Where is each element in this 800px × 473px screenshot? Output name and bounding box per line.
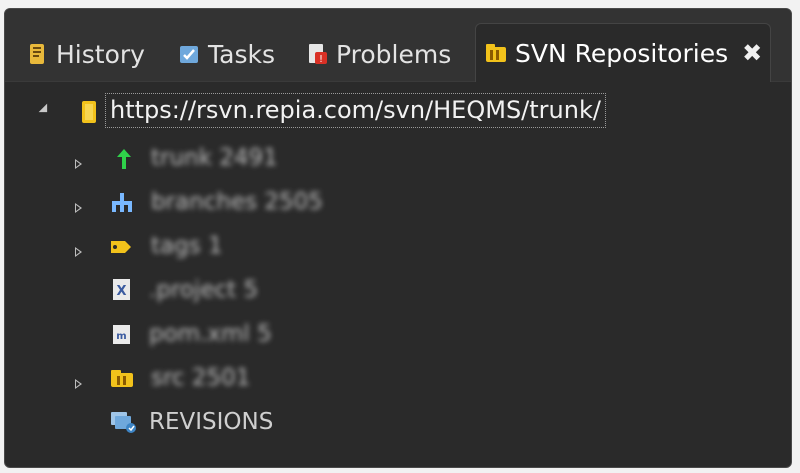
maven-file-icon: m [111, 323, 133, 345]
tree-item-label: REVISIONS [149, 409, 274, 435]
tree-item-pom-file[interactable]: m pom.xml 5 [5, 317, 405, 353]
tree-item-trunk[interactable]: trunk 2491 [5, 141, 405, 177]
svn-repositories-view: History Tasks ! Problems SVN Repositorie… [4, 8, 792, 468]
tree-item-label: trunk 2491 [151, 145, 278, 171]
tree-root-row[interactable]: https://rsvn.repia.com/svn/HEQMS/trunk/ [5, 93, 765, 129]
tab-tasks[interactable]: Tasks [177, 35, 275, 73]
view-tab-bar: History Tasks ! Problems SVN Repositorie… [5, 9, 791, 82]
source-folder-icon [109, 367, 133, 389]
tab-history[interactable]: History [25, 35, 145, 73]
tab-problems[interactable]: ! Problems [305, 35, 451, 73]
tree-item-revisions[interactable]: REVISIONS [5, 405, 405, 441]
tasks-icon [177, 42, 201, 66]
expand-twisty-icon[interactable] [75, 159, 84, 169]
svg-text:!: ! [319, 54, 323, 65]
svg-text:X: X [116, 284, 126, 299]
close-icon[interactable]: ✖ [742, 39, 762, 67]
repository-tree: https://rsvn.repia.com/svn/HEQMS/trunk/ … [5, 81, 791, 467]
problems-icon: ! [305, 42, 329, 66]
tree-item-label: src 2501 [151, 365, 251, 391]
tree-item-src[interactable]: src 2501 [5, 361, 405, 397]
svn-repositories-icon [484, 41, 508, 65]
tab-label: SVN Repositories [515, 38, 729, 68]
expand-twisty-icon[interactable] [75, 203, 84, 213]
svg-text:m: m [116, 331, 126, 342]
tree-item-project-file[interactable]: X .project 5 [5, 273, 405, 309]
xml-file-icon: X [111, 277, 133, 300]
revisions-icon [109, 409, 136, 433]
tree-item-label: pom.xml 5 [149, 321, 272, 347]
collapse-twisty-icon[interactable] [38, 103, 52, 117]
expand-twisty-icon[interactable] [75, 379, 84, 389]
tree-item-label: branches 2505 [151, 189, 323, 215]
history-icon [25, 42, 49, 66]
tab-label: Tasks [208, 39, 275, 69]
tree-item-branches[interactable]: branches 2505 [5, 185, 405, 221]
tree-item-label: tags 1 [151, 233, 223, 259]
repository-folder-icon [79, 99, 101, 123]
tags-icon [109, 235, 131, 257]
expand-twisty-icon[interactable] [75, 247, 84, 257]
repository-url: https://rsvn.repia.com/svn/HEQMS/trunk/ [105, 93, 606, 128]
trunk-arrow-icon [113, 147, 135, 169]
tab-label: History [56, 39, 145, 69]
branches-icon [109, 191, 132, 213]
tree-item-label: .project 5 [149, 277, 259, 303]
tree-item-tags[interactable]: tags 1 [5, 229, 405, 265]
tab-svn-repositories[interactable]: SVN Repositories ✖ [475, 23, 772, 82]
tab-label: Problems [336, 39, 452, 69]
